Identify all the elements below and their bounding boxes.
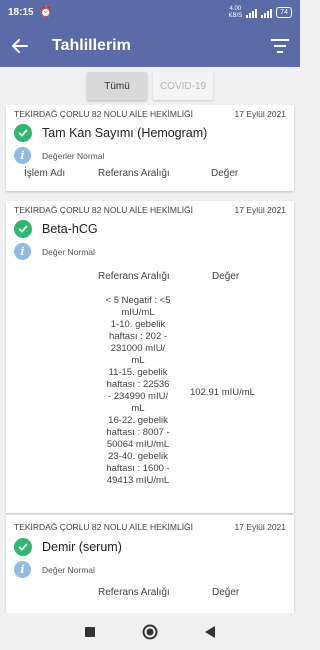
check-icon [14, 124, 32, 142]
tab-covid[interactable]: COVID-19 [153, 72, 213, 100]
reference-range: < 5 Negatif : <5 mIU/mL 1-10. gebelik ha… [105, 295, 171, 486]
card-header: TEKİRDAĞ ÇORLU 82 NOLU AİLE HEKİMLİĞİ 17… [14, 205, 286, 215]
info-icon: i [14, 243, 31, 260]
result-card[interactable]: TEKİRDAĞ ÇORLU 82 NOLU AİLE HEKİMLİĞİ 17… [6, 515, 294, 613]
status-time: 18:15 [8, 7, 34, 18]
arrow-left-icon [12, 39, 28, 53]
result-date: 17 Eylül 2021 [234, 205, 286, 215]
clinic-name: TEKİRDAĞ ÇORLU 82 NOLU AİLE HEKİMLİĞİ [14, 205, 194, 215]
results-list: TEKİRDAĞ ÇORLU 82 NOLU AİLE HEKİMLİĞİ 17… [0, 105, 300, 613]
filter-button[interactable] [260, 25, 300, 67]
signal-icon-2 [261, 8, 273, 18]
reference-column-header: Referans Aralığı [98, 271, 170, 282]
test-name: Demir (serum) [42, 540, 122, 554]
alarm-icon: ⏰ [39, 7, 53, 18]
clinic-name: TEKİRDAĞ ÇORLU 82 NOLU AİLE HEKİMLİĞİ [14, 522, 194, 532]
signal-icon [246, 8, 258, 18]
recents-button[interactable] [60, 613, 120, 650]
value-column-header: Değer [211, 168, 239, 179]
info-icon: i [14, 147, 31, 164]
value-column-header: Değer [212, 271, 240, 282]
triangle-left-icon [205, 625, 215, 638]
result-date: 17 Eylül 2021 [234, 109, 286, 119]
page-title: Tahlillerim [52, 37, 131, 54]
back-nav-button[interactable] [180, 613, 240, 650]
system-nav-bar [0, 613, 300, 650]
check-icon [14, 220, 32, 238]
back-button[interactable] [0, 25, 40, 67]
tab-bar: Tümü COVID-19 [0, 67, 300, 105]
info-icon: i [14, 561, 31, 578]
network-speed: 4.00 KB/S [228, 5, 243, 19]
card-header: TEKİRDAĞ ÇORLU 82 NOLU AİLE HEKİMLİĞİ 17… [14, 109, 286, 119]
circle-icon [142, 624, 158, 639]
battery-icon: 74 [276, 7, 292, 18]
test-name: Tam Kan Sayımı (Hemogram) [42, 126, 208, 140]
result-card[interactable]: TEKİRDAĞ ÇORLU 82 NOLU AİLE HEKİMLİĞİ 17… [6, 105, 294, 191]
tab-all[interactable]: Tümü [87, 72, 147, 100]
reference-column-header: Referans Aralığı [98, 168, 170, 179]
result-value: 102.91 mIU/mL [190, 387, 255, 398]
square-icon [85, 626, 95, 637]
app-bar: Tahlillerim [0, 25, 300, 67]
reference-column-header: Referans Aralığı [98, 587, 170, 598]
card-header: TEKİRDAĞ ÇORLU 82 NOLU AİLE HEKİMLİĞİ 17… [14, 522, 286, 532]
home-button[interactable] [120, 613, 180, 650]
result-status: Değer Normal [42, 246, 95, 257]
test-name: Beta-hCG [42, 222, 98, 236]
filter-icon [271, 39, 289, 53]
check-icon [14, 538, 32, 556]
value-column-header: Değer [212, 587, 240, 598]
result-status: Değer Normal [42, 564, 95, 575]
clinic-name: TEKİRDAĞ ÇORLU 82 NOLU AİLE HEKİMLİĞİ [14, 109, 194, 119]
result-card[interactable]: TEKİRDAĞ ÇORLU 82 NOLU AİLE HEKİMLİĞİ 17… [6, 201, 294, 513]
result-status: Değerler Normal [42, 150, 105, 161]
status-bar: 18:15 ⏰ 4.00 KB/S 74 [0, 0, 300, 25]
result-date: 17 Eylül 2021 [234, 522, 286, 532]
procedure-column-header: İşlem Adı [24, 168, 66, 179]
